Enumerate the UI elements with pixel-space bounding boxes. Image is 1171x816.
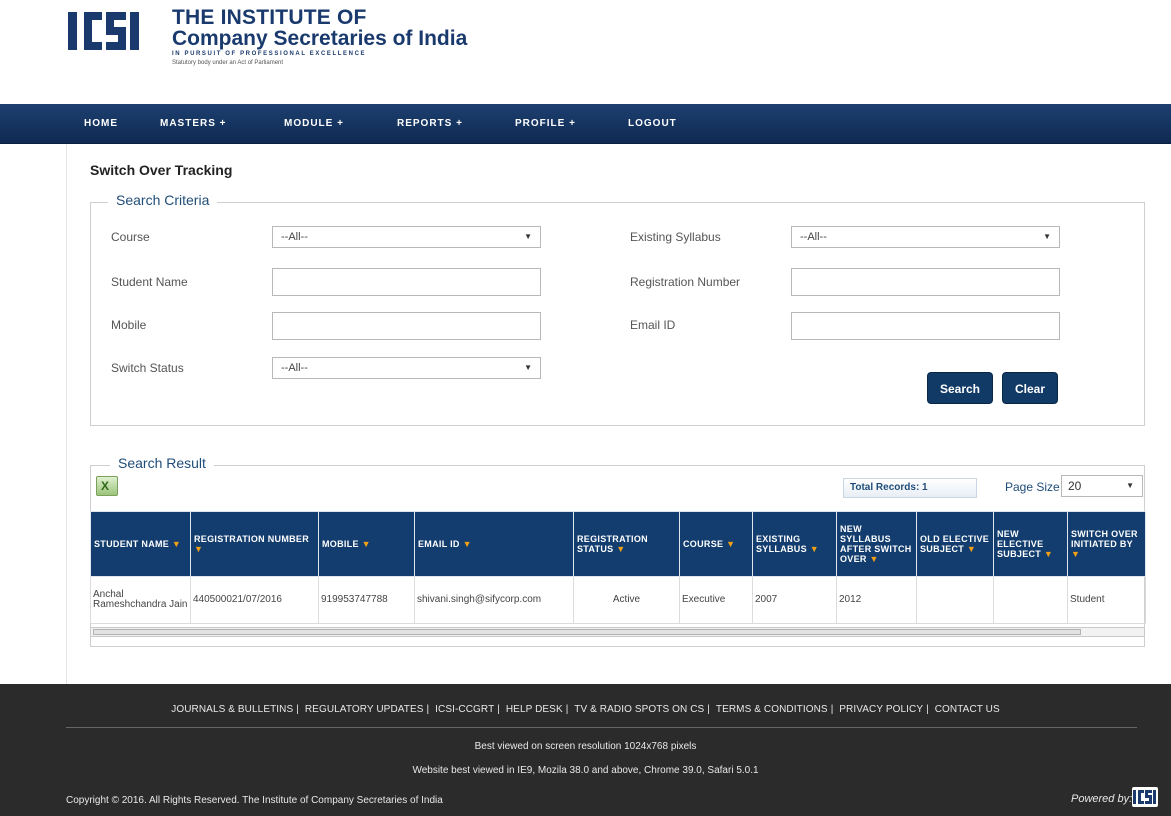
sort-arrow-icon: ▼: [966, 544, 977, 554]
switch-status-label: Switch Status: [111, 361, 184, 375]
footer-divider: [66, 727, 1137, 728]
cell-registration-number: 440500021/07/2016: [190, 576, 319, 624]
cell-initiated-by: Student: [1067, 576, 1146, 624]
column-header-registration-number[interactable]: REGISTRATION NUMBER ▼: [190, 511, 319, 577]
course-select-value: --All--: [281, 231, 308, 243]
column-header-course[interactable]: COURSE ▼: [679, 511, 753, 577]
nav-home[interactable]: HOME: [84, 104, 118, 144]
email-input[interactable]: [791, 312, 1060, 340]
footer-copyright: Copyright © 2016. All Rights Reserved. T…: [66, 795, 443, 806]
footer-link-icsi-ccgrt[interactable]: ICSI-CCGRT: [435, 704, 494, 715]
search-result-legend: Search Result: [110, 455, 214, 471]
cell-course: Executive: [679, 576, 753, 624]
sort-arrow-icon: ▼: [616, 544, 626, 554]
footer-resolution-note: Best viewed on screen resolution 1024x76…: [474, 741, 697, 752]
student-name-label: Student Name: [111, 275, 188, 289]
mobile-label: Mobile: [111, 318, 147, 332]
clear-button[interactable]: Clear: [1002, 372, 1058, 404]
org-tagline: IN PURSUIT OF PROFESSIONAL EXCELLENCE: [172, 51, 367, 57]
column-header-existing-syllabus[interactable]: EXISTING SYLLABUS ▼: [752, 511, 837, 577]
column-header-mobile[interactable]: MOBILE ▼: [318, 511, 415, 577]
sort-arrow-icon: ▼: [462, 539, 472, 549]
cell-registration-status: Active: [573, 576, 680, 624]
footer-link-help-desk[interactable]: HELP DESK: [506, 704, 563, 715]
footer-link-terms[interactable]: TERMS & CONDITIONS: [716, 704, 828, 715]
icsi-logo-icon[interactable]: [1132, 787, 1158, 807]
column-header-registration-status[interactable]: REGISTRATION STATUS ▼: [573, 511, 680, 577]
chevron-down-icon: ▼: [1043, 232, 1051, 241]
cell-new-elective: [993, 576, 1068, 624]
page-size-select[interactable]: 20 ▼: [1061, 475, 1143, 497]
footer-link-journals[interactable]: JOURNALS & BULLETINS: [171, 704, 293, 715]
sort-arrow-icon: ▼: [1043, 549, 1054, 559]
nav-reports[interactable]: REPORTS +: [397, 104, 463, 144]
course-label: Course: [111, 230, 150, 244]
mobile-input[interactable]: [272, 312, 541, 340]
sort-arrow-icon: ▼: [869, 554, 879, 564]
footer-link-contact[interactable]: CONTACT US: [935, 704, 1000, 715]
cell-old-elective: [916, 576, 994, 624]
site-header: THE INSTITUTE OF Company Secretaries of …: [0, 0, 1171, 104]
switch-status-value: --All--: [281, 362, 308, 374]
org-subtag: Statutory body under an Act of Parliamen…: [172, 60, 284, 66]
org-name-line2: Company Secretaries of India: [172, 27, 468, 50]
chevron-down-icon: ▼: [1126, 481, 1134, 490]
cell-email: shivani.singh@sifycorp.com: [414, 576, 574, 624]
column-header-initiated-by[interactable]: SWITCH OVER INITIATED BY ▼: [1067, 511, 1146, 577]
existing-syllabus-value: --All--: [800, 231, 827, 243]
existing-syllabus-select[interactable]: --All-- ▼: [791, 226, 1060, 248]
sort-arrow-icon: ▼: [361, 539, 371, 549]
icsi-logo-icon[interactable]: [66, 8, 152, 54]
cell-mobile: 919953747788: [318, 576, 415, 624]
registration-number-input[interactable]: [791, 268, 1060, 296]
column-header-new-syllabus[interactable]: NEW SYLLABUS AFTER SWITCH OVER ▼: [836, 511, 917, 577]
column-header-email[interactable]: EMAIL ID ▼: [414, 511, 574, 577]
total-records: Total Records: 1: [843, 478, 977, 498]
page-title: Switch Over Tracking: [90, 162, 233, 178]
sort-arrow-icon: ▼: [171, 539, 182, 549]
search-button[interactable]: Search: [927, 372, 993, 404]
existing-syllabus-label: Existing Syllabus: [630, 230, 721, 244]
column-header-old-elective[interactable]: OLD ELECTIVE SUBJECT ▼: [916, 511, 994, 577]
footer-links: JOURNALS & BULLETINS | REGULATORY UPDATES…: [171, 704, 1000, 715]
scrollbar-thumb[interactable]: [93, 629, 1081, 635]
results-table: STUDENT NAME ▼ REGISTRATION NUMBER ▼ MOB…: [90, 511, 1146, 624]
cell-existing-syllabus: 2007: [752, 576, 837, 624]
column-header-new-elective[interactable]: NEW ELECTIVE SUBJECT ▼: [993, 511, 1068, 577]
page-size-value: 20: [1068, 479, 1082, 493]
cell-new-syllabus: 2012: [836, 576, 917, 624]
footer-browser-note: Website best viewed in IE9, Mozila 38.0 …: [412, 765, 759, 776]
course-select[interactable]: --All-- ▼: [272, 226, 541, 248]
chevron-down-icon: ▼: [524, 232, 532, 241]
sort-arrow-icon: ▼: [726, 539, 736, 549]
nav-profile[interactable]: PROFILE +: [515, 104, 576, 144]
registration-number-label: Registration Number: [630, 275, 741, 289]
footer-link-regulatory[interactable]: REGULATORY UPDATES: [305, 704, 424, 715]
column-header-student-name[interactable]: STUDENT NAME ▼: [90, 511, 191, 577]
org-name-line1: THE INSTITUTE OF: [172, 6, 367, 29]
chevron-down-icon: ▼: [524, 363, 532, 372]
switch-status-select[interactable]: --All-- ▼: [272, 357, 541, 379]
footer-link-tv-radio[interactable]: TV & RADIO SPOTS ON CS: [574, 704, 704, 715]
nav-module[interactable]: MODULE +: [284, 104, 344, 144]
excel-export-icon[interactable]: X: [96, 476, 118, 496]
nav-logout[interactable]: LOGOUT: [628, 104, 677, 144]
nav-masters[interactable]: MASTERS +: [160, 104, 227, 144]
table-row: Anchal Rameshchandra Jain 440500021/07/2…: [90, 576, 1146, 624]
cell-student-name: Anchal Rameshchandra Jain: [90, 576, 191, 624]
footer-powered-by: Powered by:: [1071, 793, 1133, 805]
student-name-input[interactable]: [272, 268, 541, 296]
sort-arrow-icon: ▼: [809, 544, 819, 554]
horizontal-scrollbar[interactable]: [90, 627, 1145, 637]
search-criteria-legend: Search Criteria: [108, 192, 218, 208]
table-header-row: STUDENT NAME ▼ REGISTRATION NUMBER ▼ MOB…: [90, 511, 1146, 577]
sort-arrow-icon: ▼: [1071, 549, 1081, 559]
email-label: Email ID: [630, 318, 676, 332]
main-nav: HOME MASTERS + MODULE + REPORTS + PROFIL…: [0, 104, 1171, 144]
org-name: THE INSTITUTE OF Company Secretaries of …: [172, 6, 468, 67]
page-size-label: Page Size: [1005, 480, 1060, 494]
sort-arrow-icon: ▼: [194, 544, 204, 554]
footer-link-privacy[interactable]: PRIVACY POLICY: [839, 704, 923, 715]
